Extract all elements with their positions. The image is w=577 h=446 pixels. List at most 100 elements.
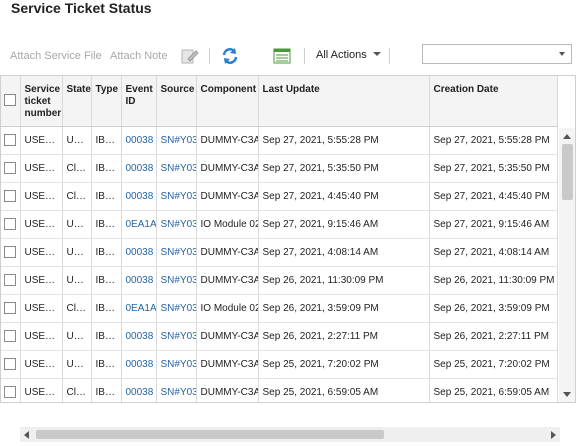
row-checkbox[interactable] [1,182,21,211]
row-checkbox[interactable] [1,294,21,323]
state-cell: Cl… [62,294,92,323]
row-checkbox[interactable] [1,350,21,379]
column-header-ticket-number[interactable]: Service ticket number [20,76,63,127]
table-row[interactable]: USE… U… IB… 00038 SN#Y03 DUMMY-C3A Sep 27, 202… [1,126,558,155]
scroll-down-icon[interactable] [563,392,571,397]
table-row[interactable]: USE… U… IB… 0EA1A SN#Y03 IO Module 02 Sep 27, … [1,210,558,239]
component-cell: DUMMY-C3A [196,182,259,211]
ticket-number-cell: USE… [20,182,63,211]
creation-date-cell: Sep 25, 2021, 6:59:05 AM [429,378,558,402]
ticket-number-cell: USE… [20,126,63,155]
table-row[interactable]: USE… U… IB… 00038 SN#Y03 DUMMY-C3A Sep 26, 202… [1,266,558,295]
scroll-thumb[interactable] [36,430,384,439]
source-cell[interactable]: SN#Y03 [156,266,197,295]
table-row[interactable]: USE… Cl… IB… 00038 SN#Y03 DUMMY-C3A Sep 27, 20… [1,154,558,183]
type-cell: IB… [91,182,122,211]
state-cell: Cl… [62,182,92,211]
last-update-cell: Sep 26, 2021, 2:27:11 PM [258,322,430,351]
state-cell: U… [62,266,92,295]
source-cell[interactable]: SN#Y03 [156,182,197,211]
service-ticket-table: Service ticket number State Type Event I… [0,75,576,403]
type-cell: IB… [91,266,122,295]
component-cell: IO Module 02 [196,210,259,239]
attach-service-file-button[interactable]: Attach Service File [10,50,102,62]
source-cell[interactable]: SN#Y03 [156,154,197,183]
column-header-source[interactable]: Source [156,76,197,127]
select-all-checkbox[interactable] [1,76,21,127]
row-checkbox[interactable] [1,378,21,402]
state-cell: U… [62,126,92,155]
ticket-number-cell: USE… [20,294,63,323]
creation-date-cell: Sep 27, 2021, 9:15:46 AM [429,210,558,239]
table-row[interactable]: USE… Cl… IB… 00038 SN#Y03 DUMMY-C3A Sep 27, 20… [1,182,558,211]
creation-date-cell: Sep 26, 2021, 11:30:09 PM [429,266,558,295]
last-update-cell: Sep 27, 2021, 5:55:28 PM [258,126,430,155]
type-cell: IB… [91,350,122,379]
source-cell[interactable]: SN#Y03 [156,210,197,239]
table-row[interactable]: USE… U… IB… 00038 SN#Y03 DUMMY-C3A Sep 27, 202… [1,238,558,267]
column-header-creation-date[interactable]: Creation Date [429,76,558,127]
ticket-number-cell: USE… [20,266,63,295]
column-header-event-id[interactable]: Event ID [121,76,157,127]
row-checkbox[interactable] [1,266,21,295]
attach-note-button[interactable]: Attach Note [110,50,167,62]
table-row[interactable]: USE… U… IB… 00038 SN#Y03 DUMMY-C3A Sep 25, 202… [1,350,558,379]
row-checkbox[interactable] [1,238,21,267]
column-header-state[interactable]: State [62,76,92,127]
column-header-component[interactable]: Component [196,76,259,127]
event-id-cell[interactable]: 00038 [121,266,157,295]
creation-date-cell: Sep 27, 2021, 5:55:28 PM [429,126,558,155]
scroll-up-icon[interactable] [563,134,571,139]
source-cell[interactable]: SN#Y03 [156,350,197,379]
event-id-cell[interactable]: 00038 [121,350,157,379]
event-id-cell[interactable]: 00038 [121,322,157,351]
source-cell[interactable]: SN#Y03 [156,126,197,155]
creation-date-cell: Sep 26, 2021, 2:27:11 PM [429,322,558,351]
creation-date-cell: Sep 25, 2021, 7:20:02 PM [429,350,558,379]
event-id-cell[interactable]: 00038 [121,126,157,155]
event-id-cell[interactable]: 00038 [121,154,157,183]
event-id-cell[interactable]: 0EA1A [121,210,157,239]
last-update-cell: Sep 25, 2021, 6:59:05 AM [258,378,430,402]
source-cell[interactable]: SN#Y03 [156,238,197,267]
table-row[interactable]: USE… Cl… IB… 0EA1A SN#Y03 IO Module 02 Sep 26,… [1,294,558,323]
state-cell: Cl… [62,154,92,183]
component-cell: DUMMY-C3A [196,266,259,295]
row-checkbox[interactable] [1,322,21,351]
scroll-right-icon[interactable] [551,431,556,439]
row-checkbox[interactable] [1,154,21,183]
table-row[interactable]: USE… U… IB… 00038 SN#Y03 DUMMY-C3A Sep 26, 202… [1,322,558,351]
event-id-cell[interactable]: 0EA1A [121,294,157,323]
column-header-last-update[interactable]: Last Update [258,76,430,127]
edit-icon[interactable] [180,46,200,66]
all-actions-dropdown[interactable]: All Actions [316,49,381,61]
filter-select[interactable] [422,44,572,64]
row-checkbox[interactable] [1,210,21,239]
refresh-icon[interactable] [220,46,240,66]
type-cell: IB… [91,238,122,267]
component-cell: IO Module 02 [196,294,259,323]
table-header-row: Service ticket number State Type Event I… [1,76,558,127]
scroll-thumb[interactable] [562,144,573,200]
source-cell[interactable]: SN#Y03 [156,294,197,323]
vertical-scrollbar[interactable] [559,128,575,402]
last-update-cell: Sep 27, 2021, 5:35:50 PM [258,154,430,183]
last-update-cell: Sep 27, 2021, 4:45:40 PM [258,182,430,211]
event-id-cell[interactable]: 00038 [121,378,157,402]
toolbar-divider [304,48,305,64]
source-cell[interactable]: SN#Y03 [156,322,197,351]
state-cell: U… [62,238,92,267]
export-icon[interactable] [272,46,292,66]
scroll-left-icon[interactable] [24,431,29,439]
event-id-cell[interactable]: 00038 [121,182,157,211]
horizontal-scrollbar[interactable] [20,427,560,442]
source-cell[interactable]: SN#Y03 [156,378,197,402]
table-row[interactable]: USE… Cl… IB… 00038 SN#Y03 DUMMY-C3A Sep 25, 20… [1,378,558,402]
column-header-type[interactable]: Type [91,76,122,127]
type-cell: IB… [91,210,122,239]
ticket-number-cell: USE… [20,378,63,402]
last-update-cell: Sep 26, 2021, 3:59:09 PM [258,294,430,323]
row-checkbox[interactable] [1,126,21,155]
ticket-number-cell: USE… [20,210,63,239]
event-id-cell[interactable]: 00038 [121,238,157,267]
